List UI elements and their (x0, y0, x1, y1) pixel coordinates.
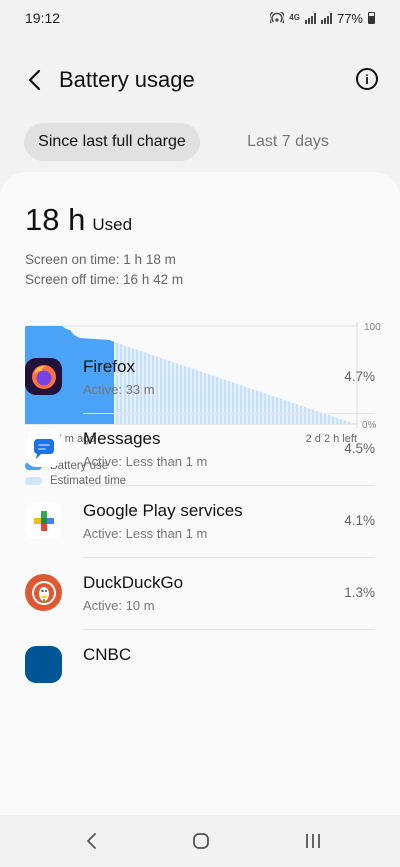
home-nav-icon[interactable] (186, 829, 216, 853)
back-nav-icon[interactable] (76, 829, 106, 853)
list-item-firefox[interactable]: Firefox Active: 33 m 4.7% (0, 342, 400, 414)
list-item-cnbc[interactable]: CNBC (0, 630, 400, 702)
hotspot-icon (270, 12, 285, 24)
app-active-google-play-services: Active: Less than 1 m (83, 526, 208, 541)
used-summary: 18 h Used (25, 202, 132, 238)
page-title: Battery usage (59, 67, 195, 92)
messages-icon (25, 430, 62, 467)
info-icon[interactable]: i (356, 68, 378, 90)
app-name-google-play-services: Google Play services (83, 501, 243, 520)
app-name-messages: Messages (83, 429, 161, 448)
signal-icon (304, 12, 316, 24)
status-bar: 19:12 4G 77% (0, 0, 400, 36)
screen-off-time: Screen off time: 16 h 42 m (25, 272, 184, 287)
app-name-duckduckgo: DuckDuckGo (83, 573, 184, 592)
app-active-duckduckgo: Active: 10 m (83, 598, 155, 613)
list-item-messages[interactable]: Messages Active: Less than 1 m 4.5% (0, 414, 400, 486)
cnbc-icon (25, 646, 62, 683)
app-active-firefox: Active: 33 m (83, 382, 155, 397)
back-arrow-icon[interactable] (20, 66, 48, 94)
battery-icon (368, 12, 375, 24)
app-percent-messages: 4.5% (344, 441, 375, 456)
navigation-bar (0, 815, 400, 867)
status-icons: 4G 77% (270, 11, 375, 26)
app-name-firefox: Firefox (83, 357, 135, 376)
duckduckgo-icon (25, 574, 62, 611)
list-item-google-play-services[interactable]: Google Play services Active: Less than 1… (0, 486, 400, 558)
app-percent-firefox: 4.7% (344, 369, 375, 384)
app-name-cnbc: CNBC (83, 645, 132, 664)
used-value: 18 h (25, 202, 86, 237)
tab-since-last-full-charge[interactable]: Since last full charge (24, 123, 200, 161)
network-type: 4G (289, 13, 300, 22)
battery-percent: 77% (336, 10, 363, 26)
period-tabs: Since last full charge Last 7 days (24, 122, 376, 162)
screen-on-time: Screen on time: 1 h 18 m (25, 252, 176, 267)
firefox-icon (25, 358, 62, 395)
app-bar: Battery usage i (0, 56, 400, 104)
y-top-label: 100 (364, 322, 381, 333)
app-active-messages: Active: Less than 1 m (83, 454, 208, 469)
app-percent-google-play-services: 4.1% (344, 513, 375, 528)
google-play-services-icon (25, 502, 62, 539)
status-time: 19:12 (25, 10, 61, 26)
app-percent-duckduckgo: 1.3% (344, 585, 375, 600)
list-item-duckduckgo[interactable]: DuckDuckGo Active: 10 m 1.3% (0, 558, 400, 630)
signal-2-icon (320, 12, 332, 24)
app-usage-list: Firefox Active: 33 m 4.7% Messages Activ… (0, 342, 400, 702)
used-label: Used (92, 215, 133, 234)
recents-nav-icon[interactable] (298, 829, 328, 853)
tab-last-7-days[interactable]: Last 7 days (200, 123, 376, 161)
